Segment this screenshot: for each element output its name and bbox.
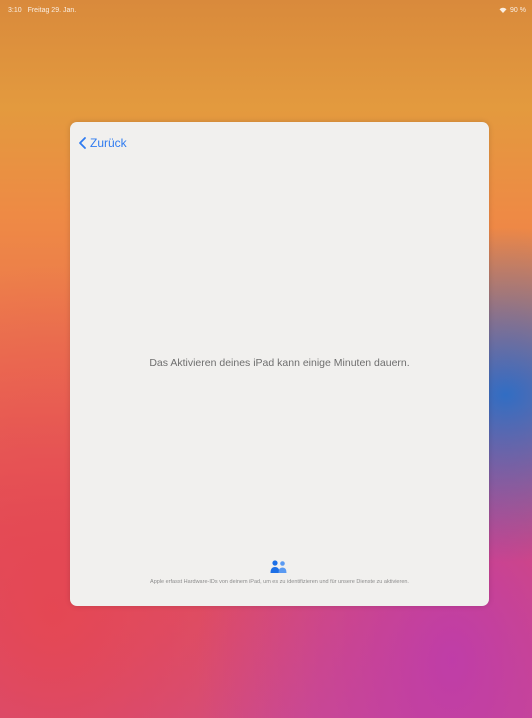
battery-level: 90 %: [510, 6, 526, 14]
wifi-icon: [499, 7, 507, 13]
chevron-left-icon: [77, 136, 89, 150]
status-date: Freitag 29. Jan.: [27, 6, 77, 14]
ipad-screen: 3:10 Freitag 29. Jan. 90 % Zurück Das Ak…: [0, 0, 532, 718]
back-button-label: Zurück: [90, 136, 127, 150]
activation-message: Das Aktivieren deines iPad kann einige M…: [149, 357, 410, 369]
privacy-footer: Apple erfasst Hardware-IDs von deinem iP…: [150, 579, 409, 585]
status-time: 3:10: [8, 6, 22, 14]
activation-sheet: Zurück Das Aktivieren deines iPad kann e…: [70, 122, 489, 606]
status-left: 3:10 Freitag 29. Jan.: [8, 7, 80, 14]
people-icon: [268, 559, 290, 575]
status-bar: 3:10 Freitag 29. Jan. 90 %: [8, 4, 526, 16]
back-button[interactable]: Zurück: [77, 136, 127, 150]
status-right: 90 %: [499, 7, 526, 14]
